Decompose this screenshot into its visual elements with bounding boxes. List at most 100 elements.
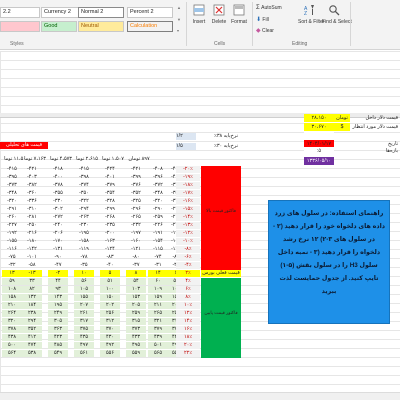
table-cell[interactable]: ۲۵۰- <box>22 222 42 229</box>
table-cell[interactable]: ۴۰۳- <box>22 174 42 181</box>
table-cell[interactable]: ۲۷۲- <box>48 214 68 221</box>
table-cell[interactable]: ۴۱۲ <box>22 334 42 341</box>
table-cell[interactable]: ۱۱۵- <box>148 246 168 253</box>
rate-label-cell[interactable]: ۱۰٪- <box>176 238 200 245</box>
table-cell[interactable]: ۱۰۸ <box>2 286 22 293</box>
table-cell[interactable]: ۲۹۴- <box>74 206 94 213</box>
table-cell[interactable]: ۳۵۵- <box>48 190 68 197</box>
base-rate-value-2[interactable]: ۱/۵ <box>176 143 196 150</box>
table-cell[interactable]: ۸۳- <box>100 254 120 261</box>
table-cell[interactable]: ۱۰۹ <box>148 286 168 293</box>
table-cell[interactable]: ۵ <box>100 270 120 277</box>
table-cell[interactable]: ۲۳۰- <box>74 222 94 229</box>
gallery-scroll-down-icon[interactable]: ▼ <box>177 17 181 22</box>
rate-label-cell[interactable]: ۱۲٪ <box>176 310 200 317</box>
table-cell[interactable]: ۳۰۲- <box>48 206 68 213</box>
table-cell[interactable]: ۲- <box>48 270 68 277</box>
format-button[interactable]: Format <box>230 4 248 25</box>
table-cell[interactable]: ۱۵۵ <box>74 294 94 301</box>
style-calculation[interactable]: Calculation <box>127 21 173 32</box>
table-cell[interactable]: ۳۲۰- <box>2 198 22 205</box>
table-cell[interactable]: ۸۰- <box>126 254 146 261</box>
table-cell[interactable]: ۴۰۰- <box>48 174 68 181</box>
autosum-button[interactable]: Σ AutoSum <box>256 5 282 11</box>
table-cell[interactable]: ۱۵۴- <box>148 238 168 245</box>
table-cell[interactable]: ۴۳۳ <box>126 334 146 341</box>
gallery-scroll-up-icon[interactable]: ▲ <box>177 5 181 10</box>
table-cell[interactable]: ۳۷۵ <box>74 326 94 333</box>
table-cell[interactable]: ۳۱۷ <box>74 318 94 325</box>
table-cell[interactable]: ۳۷۳ <box>126 326 146 333</box>
table-cell[interactable]: ۲۹۹- <box>100 206 120 213</box>
table-cell[interactable]: ۲۱۱ <box>148 302 168 309</box>
table-cell[interactable]: ۵۴ <box>126 278 146 285</box>
table-cell[interactable]: ۱۵۸- <box>74 238 94 245</box>
table-cell[interactable]: ۱۸۴ <box>22 302 42 309</box>
rate-label-cell[interactable]: ۶٪- <box>176 254 200 261</box>
rate-label-cell[interactable]: ۲۰٪- <box>176 166 200 173</box>
table-cell[interactable]: ۱۹۵ <box>48 302 68 309</box>
find-select-button[interactable]: Find & Select <box>322 4 352 25</box>
table-cell[interactable]: ۳۵- <box>74 262 94 269</box>
table-cell[interactable]: ۱۳۲ <box>22 294 42 301</box>
table-cell[interactable]: ۲۶۱ <box>74 310 94 317</box>
table-cell[interactable]: ۳۷۸ <box>2 326 22 333</box>
table-cell[interactable]: ۳۰۵ <box>48 318 68 325</box>
table-cell[interactable]: ۱۴ <box>148 270 168 277</box>
table-cell[interactable]: ۳۹۶- <box>148 174 168 181</box>
right-panel-value[interactable]: ۲۸،۱۵۰ <box>304 114 334 122</box>
table-cell[interactable]: ۱۹۷- <box>126 230 146 237</box>
usage-instructions-box[interactable]: راهنمای استفاده: در سلول های زرد داده ها… <box>268 200 390 324</box>
table-cell[interactable]: ۱۲۴- <box>100 246 120 253</box>
rate-label-cell[interactable]: ۲٪ <box>176 270 200 277</box>
table-cell[interactable]: ۲۹۰- <box>148 206 168 213</box>
table-cell[interactable]: ۱۱۹- <box>74 246 94 253</box>
table-cell[interactable]: ۴۳۵ <box>74 334 94 341</box>
table-cell[interactable]: ۳۷- <box>126 262 146 269</box>
table-cell[interactable]: ۵۰۰ <box>2 342 22 349</box>
table-cell[interactable]: ۴۲۱- <box>22 166 42 173</box>
fill-button[interactable]: ⬇ Fill <box>256 16 269 23</box>
rate-label-cell[interactable]: ۱۵٪- <box>176 206 200 213</box>
table-cell[interactable]: ۲۶۵- <box>126 214 146 221</box>
table-cell[interactable]: ۳۳۰- <box>48 198 68 205</box>
table-cell[interactable]: ۳۲- <box>2 262 22 269</box>
table-cell[interactable]: ۳۲۰ <box>2 318 22 325</box>
table-cell[interactable]: ۵۵۹ <box>126 350 146 357</box>
rate-label-cell[interactable]: ۱۲٪- <box>176 230 200 237</box>
table-cell[interactable]: ۴۱۵- <box>74 166 94 173</box>
table-cell[interactable]: ۳۵۰- <box>74 190 94 197</box>
table-cell[interactable]: ۱۹۱- <box>148 230 168 237</box>
table-cell[interactable]: ۳۶۰- <box>22 190 42 197</box>
gallery-more-icon[interactable]: ▾ <box>177 28 179 33</box>
right-panel-value[interactable]: ۵: <box>304 147 334 155</box>
table-cell[interactable]: ۳۷۹- <box>100 182 120 189</box>
table-cell[interactable]: ۴۲۴- <box>100 166 120 173</box>
table-cell[interactable]: ۳۱۲ <box>100 318 120 325</box>
style-cell-2-2[interactable]: 2.2 <box>0 7 40 18</box>
table-cell[interactable]: ۴۳۸ <box>2 334 22 341</box>
table-cell[interactable]: ۳۱۰- <box>22 206 42 213</box>
table-cell[interactable]: ۱۱۶- <box>2 246 22 253</box>
table-cell[interactable]: ۳۲۱ <box>148 318 168 325</box>
style-good[interactable]: Good <box>41 21 77 32</box>
table-cell[interactable]: ۳۷۳- <box>2 182 22 189</box>
table-cell[interactable]: ۴۷۴ <box>22 342 42 349</box>
table-cell[interactable]: ۲۰۰- <box>100 230 120 237</box>
table-cell[interactable]: ۳۷۶- <box>126 182 146 189</box>
table-cell[interactable]: ۹۰- <box>48 254 68 261</box>
table-cell[interactable]: ۲۳۲- <box>126 222 146 229</box>
rate-label-cell[interactable]: ۱۳٪- <box>176 222 200 229</box>
table-cell[interactable]: ۵۶۱ <box>74 350 94 357</box>
table-cell[interactable]: ۱۰۵ <box>74 286 94 293</box>
rate-label-cell[interactable]: ۲۰٪ <box>176 342 200 349</box>
rate-label-cell[interactable]: ۶٪ <box>176 286 200 293</box>
table-cell[interactable]: ۲۲۷- <box>2 222 22 229</box>
sort-filter-button[interactable]: AZ Sort & Filter <box>298 4 324 25</box>
table-cell[interactable]: ۵۶۴ <box>2 350 22 357</box>
table-cell[interactable]: ۳۹۸- <box>74 174 94 181</box>
clear-button[interactable]: ◆ Clear <box>256 27 274 34</box>
table-cell[interactable]: ۲۱۶- <box>22 230 42 237</box>
table-cell[interactable]: ۲۶۸- <box>100 214 120 221</box>
rate-label-cell[interactable]: ۱۴٪ <box>176 318 200 325</box>
